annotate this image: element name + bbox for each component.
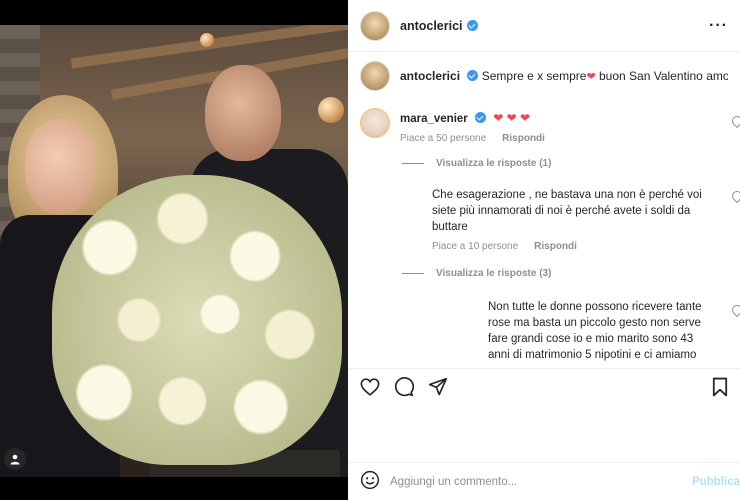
caption-avatar[interactable] [360,61,390,91]
comment-text: Non tutte le donne possono ricevere tant… [488,299,718,362]
view-replies-button[interactable]: Visualizza le risposte (1) [402,158,740,169]
author-avatar[interactable] [360,10,390,41]
author-username[interactable]: antoclerici [400,19,463,33]
comment-like-heart-icon[interactable] [729,302,740,318]
publish-button[interactable]: Pubblica [692,476,740,488]
comment-meta: Piace a 10 persone Rispondi [432,241,722,252]
caption-heart: ❤ [586,71,596,83]
comment-text-content: Non tutte le donne possono ricevere tant… [488,301,702,361]
comment-like-heart-icon[interactable] [729,188,740,204]
post-photo[interactable] [0,25,348,477]
view-replies-label: Visualizza le risposte (1) [436,158,552,169]
bookmark-icon[interactable] [712,377,728,400]
comment-like-heart-icon[interactable] [729,113,740,129]
more-icon[interactable]: ··· [709,17,728,35]
share-icon[interactable] [428,377,448,400]
comment-hearts: ❤ ❤ ❤ [493,111,531,125]
comment-body: Che esagerazione , ne bastava una non è … [432,187,722,252]
commenter-username[interactable]: mara_venier [400,113,468,125]
reply-button[interactable]: Rispondi [502,133,545,144]
caption-text: Sempre e x sempre [481,69,587,83]
user-tag-icon[interactable] [4,448,26,470]
comment-item: Non tutte le donne possono ricevere tant… [348,295,740,362]
heart-icon[interactable] [360,378,380,399]
comment-body: mara_venier ❤ ❤ ❤ Piace a 50 persone Ris… [400,106,545,144]
post-sidebar: antoclerici ··· antoclerici Sempre e x s… [348,0,740,500]
comment-text: Che esagerazione , ne bastava una non è … [432,189,702,233]
verified-icon [474,112,486,123]
comment-body: Non tutte le donne possono ricevere tant… [488,299,718,362]
photo-woman-face [25,119,95,214]
verified-icon [467,70,479,81]
replies-divider [402,163,424,164]
photo-rose-bouquet [52,175,342,465]
caption-text-rest: buon San Valentino amore... [598,69,728,83]
photo-man-head [205,65,281,161]
view-replies-button[interactable]: Visualizza le risposte (3) [402,268,740,279]
comment-likes[interactable]: Piace a 50 persone [400,133,486,144]
post-caption: antoclerici Sempre e x sempre❤ buon San … [348,52,740,100]
caption-text-line: antoclerici Sempre e x sempre❤ buon San … [400,69,728,83]
comment-icon[interactable] [394,377,415,400]
view-replies-label: Visualizza le risposte (3) [436,268,552,279]
post-photo-panel [0,0,348,500]
comment-item: mara_venier ❤ ❤ ❤ Piace a 50 persone Ris… [348,100,740,144]
replies-divider [402,273,424,274]
comment-item: Che esagerazione , ne bastava una non è … [348,183,740,252]
reply-button[interactable]: Rispondi [534,241,577,252]
post-header: antoclerici ··· [348,0,740,52]
photo-lamp [200,33,214,47]
emoji-icon[interactable] [360,470,380,493]
post-actions-bar [348,368,740,400]
verified-icon [466,20,478,31]
comment-input[interactable] [390,475,693,488]
comment-meta: Piace a 50 persone Rispondi [400,133,545,144]
add-comment-bar: Pubblica [348,462,740,500]
caption-username[interactable]: antoclerici [400,69,460,83]
comment-text: mara_venier ❤ ❤ ❤ [400,110,545,127]
comment-likes[interactable]: Piace a 10 persone [432,241,518,252]
commenter-avatar[interactable] [360,108,390,138]
comments-list[interactable]: antoclerici Sempre e x sempre❤ buon San … [348,52,740,362]
